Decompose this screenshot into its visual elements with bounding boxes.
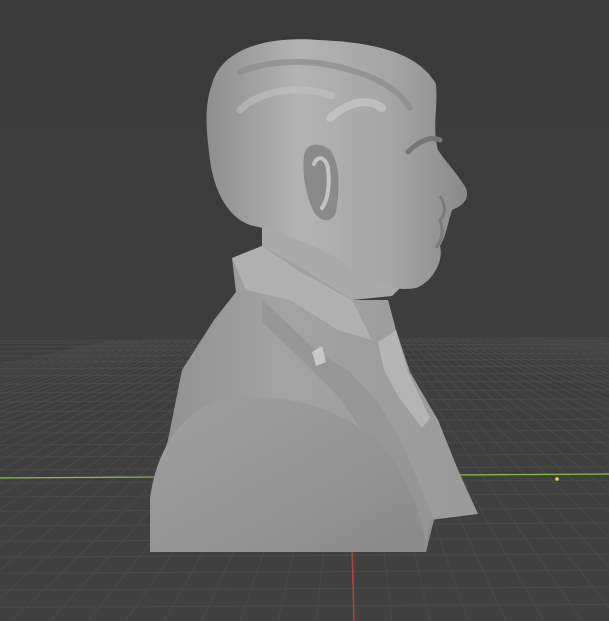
viewport-canvas[interactable] xyxy=(0,0,609,621)
3d-cursor-icon[interactable] xyxy=(555,477,559,481)
3d-viewport[interactable] xyxy=(0,0,609,621)
